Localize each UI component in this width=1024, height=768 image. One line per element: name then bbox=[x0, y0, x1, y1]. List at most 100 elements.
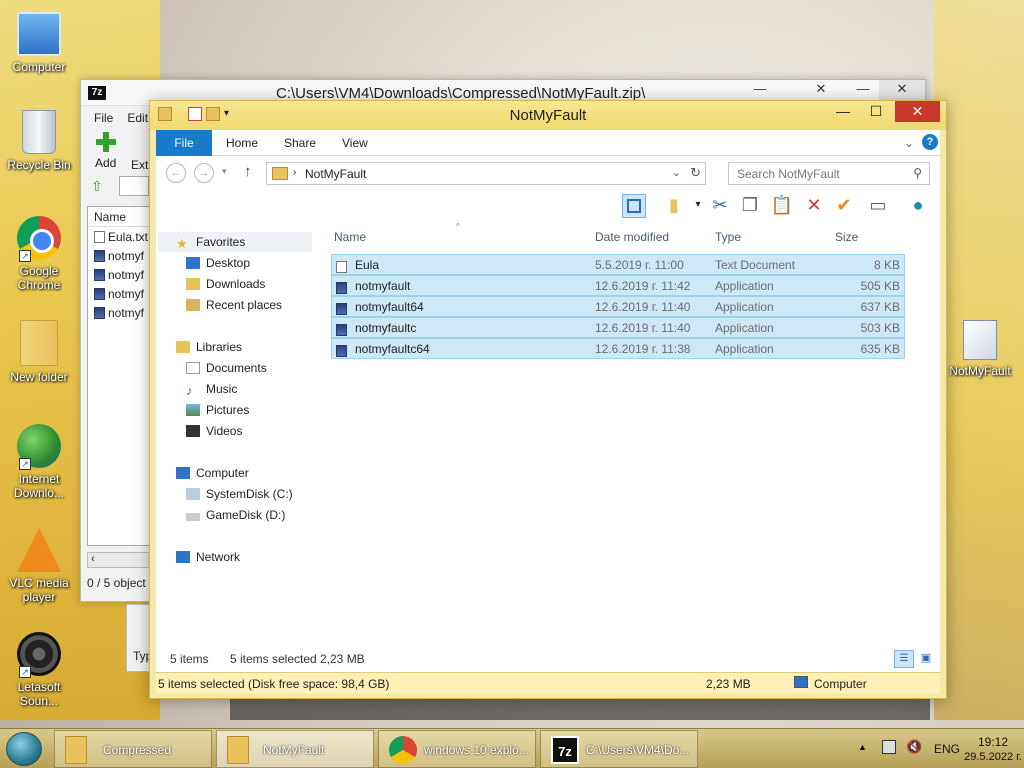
tab-view[interactable]: View bbox=[342, 130, 368, 156]
address-bar[interactable]: › NotMyFault ⌄ ↻ bbox=[266, 162, 706, 185]
list-item[interactable]: notmyf bbox=[88, 303, 156, 322]
libraries-icon bbox=[176, 341, 190, 353]
list-item[interactable]: Eula.txt bbox=[88, 227, 156, 246]
system-tray: ▲ 🔇 ENG 19:12 29.5.2022 г. bbox=[824, 729, 1024, 768]
horizontal-scrollbar[interactable]: ‹ bbox=[87, 552, 157, 568]
checkmark-icon[interactable]: ✔ bbox=[832, 194, 856, 218]
add-button[interactable]: Add bbox=[95, 132, 116, 170]
taskbar-item-chrome[interactable]: windows 10 explo... bbox=[378, 730, 536, 768]
minimize-button-2[interactable]: — bbox=[850, 80, 876, 100]
taskbar-item-compressed[interactable]: Compressed bbox=[54, 730, 212, 768]
speaker-muted-icon[interactable]: 🔇 bbox=[906, 739, 922, 755]
taskbar-item-7zip[interactable]: 7z C:\Users\VM4\Do... bbox=[540, 730, 698, 768]
clock-time[interactable]: 19:12 bbox=[964, 735, 1022, 749]
folder-up-icon[interactable]: ⇧ bbox=[91, 178, 107, 194]
explorer-window[interactable]: ▾ NotMyFault — ☐ ✕ File Home Share View … bbox=[149, 100, 947, 699]
language-indicator[interactable]: ENG bbox=[934, 742, 960, 756]
back-button[interactable]: ← bbox=[166, 163, 186, 183]
nav-recent-places[interactable]: Recent places bbox=[186, 298, 282, 318]
ribbon-tabs: File Home Share View ⌄ ? bbox=[156, 130, 940, 156]
nav-documents[interactable]: Documents bbox=[186, 361, 267, 381]
7zip-file-list[interactable]: Name Eula.txt notmyf notmyf notmyf notmy… bbox=[87, 206, 157, 546]
search-input[interactable]: Search NotMyFault ⚲ bbox=[728, 162, 930, 185]
maximize-button[interactable]: ☐ bbox=[863, 101, 889, 122]
cut-icon[interactable]: ✂ bbox=[708, 194, 732, 218]
column-header-size[interactable]: Size bbox=[835, 230, 858, 244]
minimize-button[interactable]: — bbox=[747, 80, 773, 100]
nav-network[interactable]: Network bbox=[176, 550, 240, 570]
nav-favorites[interactable]: ★ Favorites bbox=[158, 232, 312, 252]
table-row[interactable]: Eula 5.5.2019 г. 11:00 Text Document 8 K… bbox=[331, 254, 905, 275]
options-dropdown-icon[interactable]: ▾ bbox=[686, 194, 710, 218]
table-row[interactable]: notmyfaultc64 12.6.2019 г. 11:38 Applica… bbox=[331, 338, 905, 359]
folder-icon bbox=[227, 736, 249, 764]
nav-libraries[interactable]: Libraries bbox=[176, 340, 242, 360]
folder-options-icon[interactable]: ▮ bbox=[662, 194, 686, 218]
search-icon: ⚲ bbox=[913, 166, 922, 180]
nav-videos[interactable]: Videos bbox=[186, 424, 242, 444]
speaker-icon: ↗ bbox=[17, 632, 61, 678]
table-row[interactable]: notmyfaultc 12.6.2019 г. 11:40 Applicati… bbox=[331, 317, 905, 338]
list-item[interactable]: notmyf bbox=[88, 246, 156, 265]
list-item[interactable]: notmyf bbox=[88, 265, 156, 284]
address-dropdown-icon[interactable]: ⌄ bbox=[672, 166, 681, 179]
nav-desktop[interactable]: Desktop bbox=[186, 256, 250, 276]
copy-icon[interactable]: ❐ bbox=[738, 194, 762, 218]
start-button[interactable] bbox=[6, 732, 42, 766]
column-header-date[interactable]: Date modified bbox=[595, 230, 669, 244]
network-status-icon[interactable] bbox=[882, 740, 896, 754]
file-list[interactable]: Name ^ Date modified Type Size Eula 5.5.… bbox=[331, 222, 911, 642]
desktop-icon-computer[interactable]: Computer bbox=[1, 12, 77, 74]
nav-game-disk[interactable]: GameDisk (D:) bbox=[186, 508, 285, 528]
help-icon[interactable]: ? bbox=[922, 134, 938, 150]
preview-pane-icon[interactable] bbox=[622, 194, 646, 218]
nav-music[interactable]: ♪ Music bbox=[186, 382, 237, 402]
taskbar-item-notmyfault[interactable]: NotMyFault bbox=[216, 730, 374, 768]
close-button-back[interactable]: ✕ bbox=[801, 80, 841, 100]
up-button[interactable]: ↑ bbox=[244, 163, 252, 180]
status-selected-count: 5 items selected bbox=[230, 652, 317, 666]
close-button[interactable]: ✕ bbox=[895, 101, 940, 122]
nav-downloads[interactable]: Downloads bbox=[186, 277, 265, 297]
show-hidden-icons-icon[interactable]: ▲ bbox=[858, 742, 867, 752]
close-icon[interactable]: ✕ bbox=[879, 80, 925, 100]
delete-icon[interactable]: ✕ bbox=[802, 194, 826, 218]
column-name-header[interactable]: Name bbox=[88, 207, 156, 227]
desktop-icon-recycle-bin[interactable]: Recycle Bin bbox=[1, 110, 77, 172]
desktop-icon-notmyfault[interactable]: NotMyFault bbox=[942, 320, 1018, 378]
large-icons-view-button[interactable]: ▣ bbox=[916, 650, 936, 668]
table-row[interactable]: notmyfault64 12.6.2019 г. 11:40 Applicat… bbox=[331, 296, 905, 317]
desktop-icon-new-folder[interactable]: New folder bbox=[1, 320, 77, 384]
rename-icon[interactable]: ▭ bbox=[866, 194, 890, 218]
breadcrumb[interactable]: NotMyFault bbox=[305, 167, 366, 181]
tab-share[interactable]: Share bbox=[284, 130, 316, 156]
ribbon-expand-icon[interactable]: ⌄ bbox=[904, 130, 914, 156]
details-view-button[interactable]: ☰ bbox=[894, 650, 914, 668]
menu-file[interactable]: File bbox=[94, 111, 113, 128]
nav-computer[interactable]: Computer bbox=[176, 466, 249, 486]
clock-date[interactable]: 29.5.2022 г. bbox=[964, 751, 1022, 763]
column-header-type[interactable]: Type bbox=[715, 230, 741, 244]
menu-edit[interactable]: Edit bbox=[127, 111, 148, 128]
desktop-icon-letasoft[interactable]: ↗ Letasoft Soun... bbox=[1, 632, 77, 708]
tab-home[interactable]: Home bbox=[226, 130, 258, 156]
column-header-name[interactable]: Name bbox=[334, 230, 366, 244]
recent-places-icon bbox=[186, 299, 200, 311]
7zip-address-box[interactable] bbox=[119, 176, 149, 196]
nav-system-disk[interactable]: SystemDisk (C:) bbox=[186, 487, 293, 507]
table-row[interactable]: notmyfault 12.6.2019 г. 11:42 Applicatio… bbox=[331, 275, 905, 296]
paste-icon[interactable]: 📋 bbox=[770, 194, 794, 218]
desktop-icon-chrome[interactable]: ↗ Google Chrome bbox=[1, 216, 77, 292]
nav-pictures[interactable]: Pictures bbox=[186, 403, 249, 423]
internet-icon[interactable]: ● bbox=[906, 194, 930, 218]
refresh-icon[interactable]: ↻ bbox=[690, 165, 701, 181]
list-item[interactable]: notmyf bbox=[88, 284, 156, 303]
scroll-left-icon[interactable]: ‹ bbox=[91, 553, 95, 565]
desktop-icon-vlc[interactable]: VLC media player bbox=[1, 528, 77, 604]
forward-button[interactable]: → bbox=[194, 163, 214, 183]
tab-file[interactable]: File bbox=[156, 130, 212, 156]
recent-locations-icon[interactable]: ▾ bbox=[222, 166, 227, 177]
minimize-button[interactable]: — bbox=[830, 101, 856, 122]
desktop-icon-internet-download[interactable]: ↗ Internet Downlo... bbox=[1, 424, 77, 500]
explorer-titlebar[interactable]: ▾ NotMyFault — ☐ ✕ bbox=[150, 101, 946, 130]
